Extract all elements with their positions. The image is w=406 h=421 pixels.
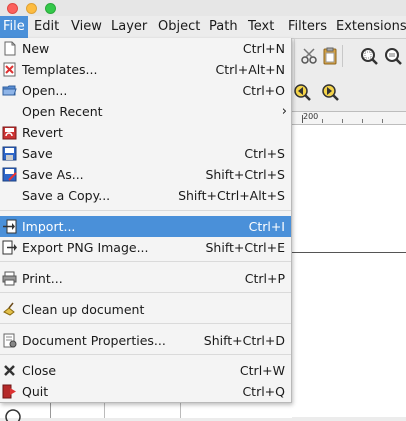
menu-separator — [0, 354, 291, 355]
menu-item-import[interactable]: Import... Ctrl+I — [0, 216, 291, 237]
menu-item-label: Save — [22, 146, 53, 161]
menu-item-shortcut: Ctrl+P — [244, 271, 285, 286]
menu-object[interactable]: Object — [155, 16, 203, 38]
menu-item-save[interactable]: Save Ctrl+S — [0, 143, 291, 164]
menu-item-save-copy[interactable]: Save a Copy... Shift+Ctrl+Alt+S — [0, 185, 291, 206]
menu-layer[interactable]: Layer — [108, 16, 150, 38]
menu-edit[interactable]: Edit — [31, 16, 62, 38]
menu-item-label: Revert — [22, 125, 63, 140]
menu-item-shortcut: Ctrl+W — [239, 363, 285, 378]
menu-item-shortcut: Ctrl+O — [242, 83, 285, 98]
menu-separator — [0, 292, 291, 293]
menu-path[interactable]: Path — [206, 16, 241, 38]
menu-file[interactable]: File — [0, 16, 28, 38]
menu-item-shortcut: Shift+Ctrl+D — [203, 333, 285, 348]
menu-item-shortcut: Ctrl+S — [244, 146, 285, 161]
menu-item-export-png[interactable]: Export PNG Image... Shift+Ctrl+E — [0, 237, 291, 258]
minimize-window-button[interactable] — [26, 3, 37, 14]
close-window-button[interactable] — [7, 3, 18, 14]
print-icon — [2, 271, 17, 286]
menu-item-new[interactable]: New Ctrl+N — [0, 38, 291, 59]
clean-up-icon — [3, 302, 15, 316]
menu-item-shortcut: Shift+Ctrl+Alt+S — [178, 188, 285, 203]
paste-icon[interactable] — [320, 46, 340, 66]
menu-view[interactable]: View — [68, 16, 105, 38]
save-icon — [2, 146, 17, 161]
export-icon — [2, 240, 17, 255]
menu-item-label: Open Recent — [22, 104, 103, 119]
menu-item-shortcut: Ctrl+Q — [242, 384, 285, 399]
quit-icon — [2, 384, 16, 399]
revert-icon — [2, 126, 17, 140]
zoom-selection-icon[interactable] — [359, 46, 379, 66]
drawing-canvas[interactable] — [292, 125, 406, 417]
zoom-indicator-icon — [5, 409, 21, 421]
menu-text[interactable]: Text — [245, 16, 277, 38]
zoom-drawing-icon[interactable] — [383, 46, 403, 66]
menu-item-shortcut: Ctrl+Alt+N — [215, 62, 285, 77]
menu-item-revert[interactable]: Revert — [0, 122, 291, 143]
new-document-icon — [4, 41, 16, 56]
document-properties-icon — [3, 333, 17, 348]
submenu-arrow-icon: › — [281, 104, 287, 119]
menu-item-save-as[interactable]: Save As... Shift+Ctrl+S — [0, 164, 291, 185]
bottom-strip — [0, 402, 292, 421]
zoom-next-icon[interactable] — [320, 82, 340, 102]
menu-filters[interactable]: Filters — [285, 16, 330, 38]
toolbar-divider — [342, 45, 343, 67]
menu-item-label: New — [22, 41, 50, 56]
menu-item-label: Clean up document — [22, 302, 145, 317]
page-border-line — [292, 252, 406, 253]
menu-item-label: Export PNG Image... — [22, 240, 149, 255]
menu-item-shortcut: Shift+Ctrl+E — [205, 240, 286, 255]
menu-extensions[interactable]: Extensions — [333, 16, 406, 38]
menu-item-label: Templates... — [22, 62, 98, 77]
menu-item-shortcut: Ctrl+N — [242, 41, 285, 56]
close-icon — [4, 365, 15, 376]
file-menu: New Ctrl+N Templates... Ctrl+Alt+N Open.… — [0, 38, 292, 403]
menu-item-shortcut: Shift+Ctrl+S — [205, 167, 285, 182]
menu-item-label: Save As... — [22, 167, 84, 182]
open-folder-icon — [2, 85, 17, 96]
window-title-bar — [0, 0, 406, 16]
menu-item-label: Document Properties... — [22, 333, 166, 348]
templates-icon — [3, 62, 16, 77]
menu-item-print[interactable]: Print... Ctrl+P — [0, 268, 291, 289]
zoom-window-button[interactable] — [45, 3, 56, 14]
menu-item-clean-up[interactable]: Clean up document — [0, 299, 291, 320]
import-icon — [3, 219, 17, 234]
menu-item-quit[interactable]: Quit Ctrl+Q — [0, 381, 291, 402]
cut-icon[interactable] — [299, 46, 319, 66]
menu-item-label: Import... — [22, 219, 76, 234]
horizontal-ruler: 200 — [292, 111, 406, 125]
menu-item-label: Print... — [22, 271, 63, 286]
menu-separator — [0, 261, 291, 262]
menu-item-templates[interactable]: Templates... Ctrl+Alt+N — [0, 59, 291, 80]
menu-item-close[interactable]: Close Ctrl+W — [0, 360, 291, 381]
ruler-label: 200 — [303, 112, 319, 121]
menubar: File Edit View Layer Object Path Text Fi… — [0, 16, 406, 39]
menu-item-label: Save a Copy... — [22, 188, 111, 203]
zoom-previous-icon[interactable] — [292, 82, 312, 102]
save-as-icon — [2, 167, 17, 182]
app-workspace: 200 — [292, 39, 406, 417]
menu-item-label: Quit — [22, 384, 49, 399]
menu-item-label: Open... — [22, 83, 68, 98]
menu-item-document-properties[interactable]: Document Properties... Shift+Ctrl+D — [0, 330, 291, 351]
menu-item-open[interactable]: Open... Ctrl+O — [0, 80, 291, 101]
menu-separator — [0, 210, 291, 211]
menu-item-open-recent[interactable]: Open Recent › — [0, 101, 291, 122]
menu-item-shortcut: Ctrl+I — [248, 219, 285, 234]
menu-item-label: Close — [22, 363, 57, 378]
menu-separator — [0, 323, 291, 324]
